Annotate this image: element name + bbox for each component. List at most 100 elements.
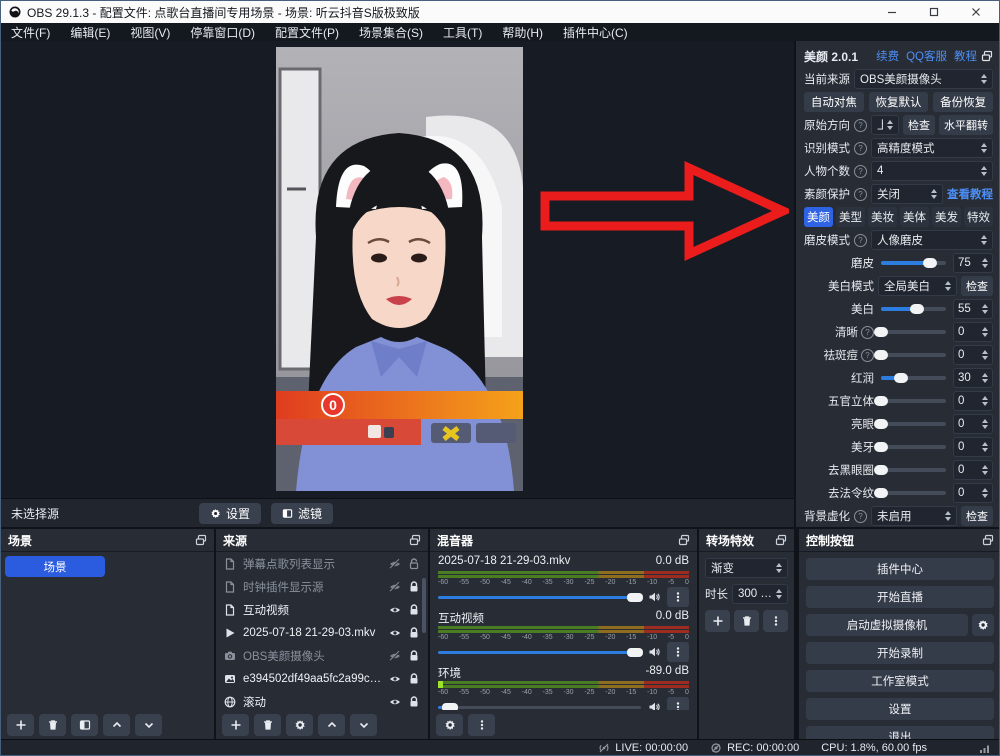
popout-icon[interactable] (409, 534, 421, 546)
smooth-mode-select[interactable]: 人像磨皮 (871, 230, 993, 250)
volume-slider[interactable] (438, 651, 641, 654)
speaker-icon[interactable] (648, 591, 660, 603)
rosy-spinbox[interactable]: 30 (953, 368, 993, 388)
help-icon[interactable] (861, 349, 874, 362)
horizontal-flip-button[interactable]: 水平翻转 (939, 115, 993, 135)
preview-canvas[interactable]: 0 (1, 41, 794, 498)
help-icon[interactable] (854, 510, 867, 523)
source-properties-gear-button[interactable] (286, 714, 313, 736)
dark-circles-slider[interactable] (881, 468, 946, 472)
face-3d-spinbox[interactable]: 0 (953, 391, 993, 411)
mixer-settings-button[interactable] (436, 714, 463, 736)
minimize-button[interactable] (871, 1, 913, 23)
add-source-button[interactable] (222, 714, 249, 736)
clarity-spinbox[interactable]: 0 (953, 322, 993, 342)
source-down-button[interactable] (350, 714, 377, 736)
beauty-action-button[interactable]: 备份恢复 (933, 92, 993, 112)
visibility-off-icon[interactable] (389, 558, 401, 570)
help-icon[interactable] (854, 188, 867, 201)
add-scene-button[interactable] (7, 714, 34, 736)
popout-icon[interactable] (678, 534, 690, 546)
virtual-camera-settings-button[interactable] (972, 614, 994, 636)
teeth-spinbox[interactable]: 0 (953, 437, 993, 457)
visibility-off-icon[interactable] (389, 650, 401, 662)
beauty-header-link[interactable]: 续费 (876, 48, 899, 64)
source-row[interactable]: 2025-07-18 21-29-03.mkv (216, 621, 428, 644)
beauty-action-button[interactable]: 恢复默认 (869, 92, 929, 112)
plugin-center-button[interactable]: 插件中心 (806, 558, 994, 580)
whiten-slider[interactable] (881, 307, 946, 311)
studio-mode-button[interactable]: 工作室模式 (806, 670, 994, 692)
help-icon[interactable] (854, 165, 867, 178)
lock-icon[interactable] (408, 604, 420, 616)
beauty-tab[interactable]: 美型 (836, 207, 865, 227)
source-properties-button[interactable]: 设置 (199, 503, 261, 524)
scrollbar[interactable] (422, 578, 426, 633)
bg-blur-select[interactable]: 未启用 (871, 506, 957, 526)
whiten-check-button[interactable]: 检查 (961, 276, 993, 296)
lock-open-icon[interactable] (408, 558, 420, 570)
scene-up-button[interactable] (103, 714, 130, 736)
remove-source-button[interactable] (254, 714, 281, 736)
transition-menu-button[interactable] (763, 610, 788, 632)
lock-icon[interactable] (408, 581, 420, 593)
source-row[interactable]: 弹幕点歌列表显示 (216, 552, 428, 575)
source-filters-button[interactable]: 滤镜 (271, 503, 333, 524)
current-source-select[interactable]: OBS美颜摄像头 (854, 69, 993, 89)
visibility-on-icon[interactable] (389, 673, 401, 685)
nasolabial-slider[interactable] (881, 491, 946, 495)
dark-circles-spinbox[interactable]: 0 (953, 460, 993, 480)
menu-item[interactable]: 文件(F) (1, 23, 60, 41)
smooth-slider[interactable] (881, 261, 946, 265)
speaker-icon[interactable] (648, 646, 660, 658)
menu-item[interactable]: 插件中心(C) (553, 23, 638, 41)
volume-slider[interactable] (438, 596, 641, 599)
exit-button[interactable]: 退出 (806, 726, 994, 740)
help-icon[interactable] (854, 142, 867, 155)
channel-menu-button[interactable] (667, 587, 689, 607)
lock-icon[interactable] (408, 696, 420, 708)
remove-transition-button[interactable] (734, 610, 759, 632)
whiten-spinbox[interactable]: 55 (953, 299, 993, 319)
mixer-menu-button[interactable] (468, 714, 495, 736)
channel-menu-button[interactable] (667, 642, 689, 662)
start-virtual-camera-button[interactable]: 启动虚拟摄像机 (806, 614, 968, 636)
popout-icon[interactable] (195, 534, 207, 546)
menu-item[interactable]: 编辑(E) (60, 23, 120, 41)
beauty-header-link[interactable]: QQ客服 (906, 48, 947, 64)
nasolabial-spinbox[interactable]: 0 (953, 483, 993, 503)
orientation-select[interactable]: 上 (871, 115, 899, 135)
scene-filters-button[interactable] (71, 714, 98, 736)
orientation-check-button[interactable]: 检查 (903, 115, 935, 135)
menu-item[interactable]: 场景集合(S) (349, 23, 433, 41)
source-row[interactable]: e394502df49aa5fc2a99cd2e7c (216, 667, 428, 690)
source-row[interactable]: OBS美颜摄像头 (216, 644, 428, 667)
beauty-action-button[interactable]: 自动对焦 (804, 92, 864, 112)
add-transition-button[interactable] (705, 610, 730, 632)
speaker-icon[interactable] (648, 701, 660, 710)
menu-item[interactable]: 停靠窗口(D) (180, 23, 265, 41)
visibility-on-icon[interactable] (389, 604, 401, 616)
help-icon[interactable] (854, 234, 867, 247)
maximize-button[interactable] (913, 1, 955, 23)
start-streaming-button[interactable]: 开始直播 (806, 586, 994, 608)
visibility-off-icon[interactable] (389, 581, 401, 593)
source-row[interactable]: 互动视频 (216, 598, 428, 621)
bright-eyes-spinbox[interactable]: 0 (953, 414, 993, 434)
channel-menu-button[interactable] (667, 697, 689, 710)
settings-button[interactable]: 设置 (806, 698, 994, 720)
help-icon[interactable] (861, 326, 874, 339)
source-up-button[interactable] (318, 714, 345, 736)
menu-item[interactable]: 帮助(H) (492, 23, 553, 41)
rosy-slider[interactable] (881, 376, 946, 380)
clarity-slider[interactable] (881, 330, 946, 334)
popout-icon[interactable] (981, 50, 993, 62)
source-row[interactable]: 滚动 (216, 690, 428, 710)
bg-blur-check-button[interactable]: 检查 (961, 506, 993, 526)
blemish-slider[interactable] (881, 353, 946, 357)
bright-eyes-slider[interactable] (881, 422, 946, 426)
popout-icon[interactable] (982, 534, 994, 546)
lock-icon[interactable] (408, 673, 420, 685)
visibility-on-icon[interactable] (389, 696, 401, 708)
duration-spinbox[interactable]: 300 ms (732, 584, 788, 604)
